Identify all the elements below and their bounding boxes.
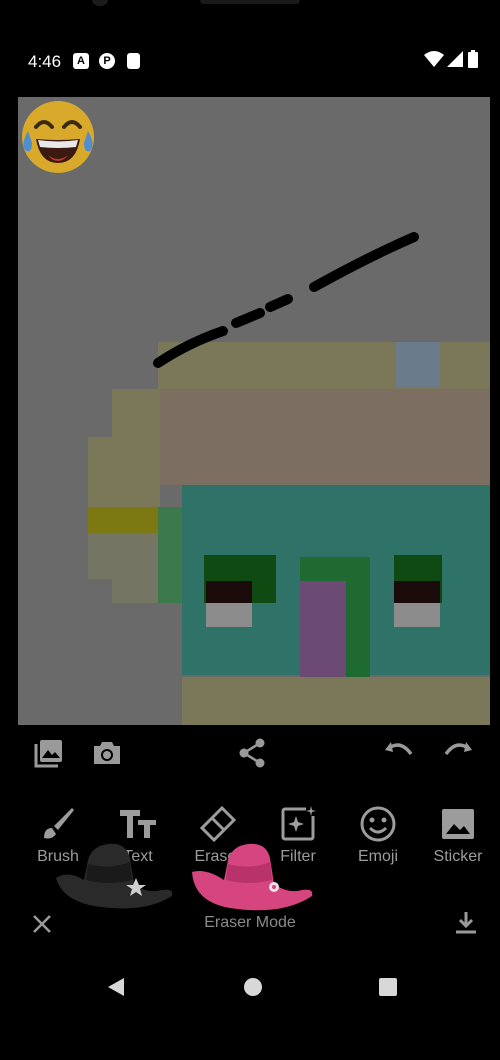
- tool-emoji[interactable]: Emoji: [338, 800, 418, 880]
- gallery-button[interactable]: [32, 736, 66, 770]
- redo-button[interactable]: [442, 736, 476, 770]
- download-icon[interactable]: [452, 908, 480, 938]
- black-hat-sticker[interactable]: [54, 840, 176, 914]
- recents-icon[interactable]: [373, 972, 403, 1002]
- camera-button[interactable]: [90, 736, 124, 770]
- emoji-icon: [360, 806, 396, 842]
- close-icon[interactable]: [28, 910, 56, 938]
- tool-sticker[interactable]: Sticker: [418, 800, 498, 880]
- p-icon: P: [99, 53, 115, 69]
- status-bar: 4:46 A P: [0, 38, 500, 84]
- drawing-canvas[interactable]: [18, 97, 490, 725]
- emoji-sticker[interactable]: [18, 97, 98, 177]
- pink-hat-sticker[interactable]: [190, 842, 316, 916]
- yellow-stripe: [88, 507, 158, 533]
- a-icon: A: [73, 53, 89, 69]
- tool-label: Sticker: [433, 848, 483, 865]
- house-roof-top: [158, 342, 490, 392]
- signal-icon: [447, 51, 463, 67]
- status-time: 4:46: [28, 52, 62, 71]
- brush-icon: [44, 808, 74, 839]
- mode-label: Eraser Mode: [204, 914, 296, 931]
- house-roof: [112, 389, 490, 485]
- text-icon: [120, 810, 156, 838]
- back-icon[interactable]: [102, 972, 132, 1002]
- battery-icon: [468, 50, 478, 68]
- canvas-drawing: [88, 232, 490, 725]
- sd-card-icon: [127, 53, 140, 69]
- door: [300, 581, 346, 677]
- sticker-icon: [442, 809, 474, 839]
- undo-button[interactable]: [381, 736, 415, 770]
- house-ground: [182, 677, 490, 725]
- wifi-icon: [424, 51, 444, 67]
- top-notch: [200, 0, 300, 4]
- roof-window: [396, 342, 440, 388]
- home-icon[interactable]: [238, 972, 268, 1002]
- share-button[interactable]: [236, 736, 270, 770]
- filter-icon: [281, 806, 316, 841]
- tool-label: Emoji: [357, 848, 398, 865]
- front-camera: [92, 0, 108, 6]
- eraser-icon: [199, 805, 237, 843]
